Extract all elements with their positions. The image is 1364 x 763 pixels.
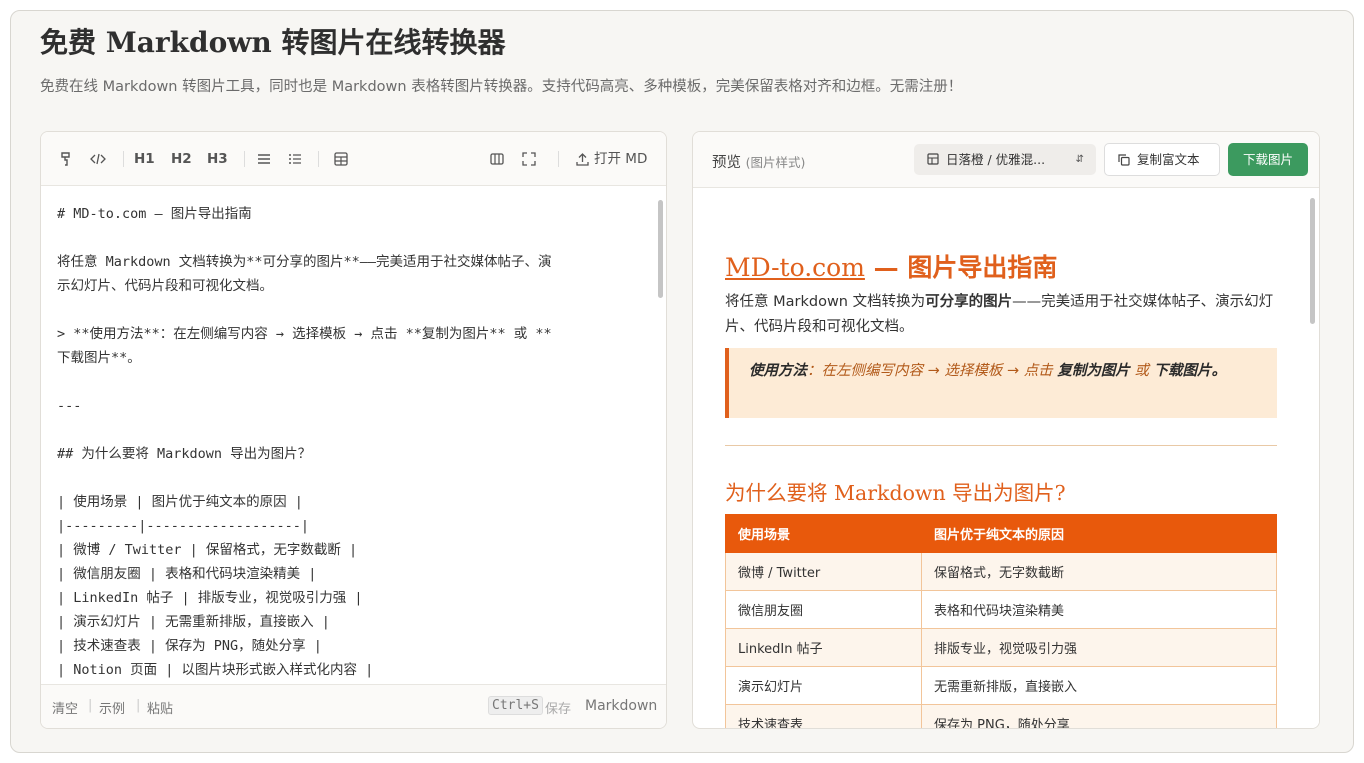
preview-divider <box>725 445 1277 446</box>
editor-line: ## 为什么要将 Markdown 导出为图片？ <box>57 446 312 462</box>
table-header: 使用场景 <box>725 514 922 553</box>
editor-line: > **使用方法**：在左侧编写内容 → 选择模板 → 点击 **复制为图片**… <box>57 326 552 342</box>
copy-icon <box>1118 145 1130 176</box>
table-row: 微信朋友圈 表格和代码块渲染精美 <box>725 590 1277 629</box>
table-row: 技术速查表 保存为 PNG，随处分享 <box>725 704 1277 728</box>
fullscreen-icon[interactable] <box>520 149 538 169</box>
app-window: 免费 Markdown 转图片在线转换器 免费在线 Markdown 转图片工具… <box>10 10 1354 753</box>
table-row: LinkedIn 帖子 排版专业，视觉吸引力强 <box>725 628 1277 667</box>
clear-button[interactable]: 清空 <box>52 698 78 717</box>
preview-content: MD-to.com — 图片导出指南 将任意 Markdown 文档转换为可分享… <box>725 188 1277 728</box>
bullet-list-icon[interactable] <box>255 149 273 169</box>
chevron-updown-icon: ⇵ <box>1075 154 1084 165</box>
split-view-icon[interactable] <box>488 149 506 169</box>
preview-label-note: (图片样式) <box>745 155 806 170</box>
table-row: 微博 / Twitter 保留格式，无字数截断 <box>725 552 1277 591</box>
template-select-value: 日落橙 / 优雅混... <box>946 152 1046 167</box>
preview-heading-1: MD-to.com — 图片导出指南 <box>725 253 1058 282</box>
preview-table: 使用场景 图片优于纯文本的原因 微博 / Twitter 保留格式，无字数截断 微信… <box>725 514 1277 728</box>
template-select[interactable]: 日落橙 / 优雅混... ⇵ <box>914 144 1096 175</box>
ordered-list-icon[interactable] <box>286 149 304 169</box>
table-header: 图片优于纯文本的原因 <box>921 514 1277 553</box>
page-title: 免费 Markdown 转图片在线转换器 <box>40 26 506 59</box>
download-image-button[interactable]: 下载图片 <box>1228 143 1308 176</box>
editor-line: 将任意 Markdown 文档转换为**可分享的图片**——完美适用于社交媒体帖… <box>57 254 552 270</box>
table-row: 演示幻灯片 无需重新排版，直接嵌入 <box>725 666 1277 705</box>
heading-2-button[interactable]: H2 <box>171 149 192 169</box>
editor-line: | 微博 / Twitter | 保留格式，无字数截断 | <box>57 542 358 558</box>
table-cell: 保留格式，无字数截断 <box>921 552 1277 591</box>
table-cell: LinkedIn 帖子 <box>725 628 922 667</box>
heading-1-button[interactable]: H1 <box>134 149 155 169</box>
editor-toolbar: H1 H2 H3 打开 MD <box>41 132 666 186</box>
save-label: 保存 <box>545 702 572 717</box>
upload-icon[interactable] <box>573 149 591 169</box>
toolbar-divider <box>123 151 124 167</box>
table-cell: 保存为 PNG，随处分享 <box>921 704 1277 728</box>
table-cell: 微博 / Twitter <box>725 552 922 591</box>
editor-mode-label: Markdown <box>585 698 658 714</box>
editor-panel: H1 H2 H3 打开 MD # MD-to.com — 图片导出指南 将任意 … <box>40 131 667 729</box>
markdown-editor-textarea[interactable]: # MD-to.com — 图片导出指南 将任意 Markdown 文档转换为*… <box>57 202 642 682</box>
editor-line: | 微信朋友圈 | 表格和代码块渲染精美 | <box>57 566 317 582</box>
preview-toolbar: 预览 (图片样式) 日落橙 / 优雅混... ⇵ 复制富文本 下载图片 <box>693 132 1319 188</box>
open-md-button[interactable]: 打开 MD <box>594 149 647 169</box>
preview-heading-link[interactable]: MD-to.com <box>725 253 865 282</box>
preview-blockquote: 使用方法：在左侧编写内容 → 选择模板 → 点击 复制为图片 或 下载图片。 <box>725 348 1277 418</box>
editor-line: | LinkedIn 帖子 | 排版专业，视觉吸引力强 | <box>57 590 363 606</box>
preview-paragraph: 将任意 Markdown 文档转换为可分享的图片——完美适用于社交媒体帖子、演示… <box>725 294 1274 335</box>
table-cell: 表格和代码块渲染精美 <box>921 590 1277 629</box>
editor-footer: 清空 | 示例 | 粘贴 Ctrl+S 保存 Markdown <box>41 684 666 728</box>
table-cell: 无需重新排版，直接嵌入 <box>921 666 1277 705</box>
page-subtitle: 免费在线 Markdown 转图片工具，同时也是 Markdown 表格转图片转… <box>40 79 963 95</box>
preview-title: 预览 (图片样式) <box>712 155 806 171</box>
copy-rich-text-button[interactable]: 复制富文本 <box>1104 143 1220 176</box>
editor-line: | 使用场景 | 图片优于纯文本的原因 | <box>57 494 303 510</box>
editor-line: # MD-to.com — 图片导出指南 <box>57 206 252 222</box>
format-painter-icon[interactable] <box>57 149 75 169</box>
save-shortcut-key: Ctrl+S <box>488 696 543 715</box>
code-icon[interactable] <box>89 149 107 169</box>
table-cell: 技术速查表 <box>725 704 922 728</box>
preview-panel: 预览 (图片样式) 日落橙 / 优雅混... ⇵ 复制富文本 下载图片 MD-t… <box>692 131 1320 729</box>
template-icon <box>927 144 939 175</box>
toolbar-divider <box>244 151 245 167</box>
editor-line: | 演示幻灯片 | 无需重新排版，直接嵌入 | <box>57 614 330 630</box>
editor-line: 示幻灯片、代码片段和可视化文档。 <box>57 278 273 294</box>
toolbar-divider <box>318 151 319 167</box>
editor-line: --- <box>57 398 82 414</box>
editor-scrollbar[interactable] <box>655 186 666 686</box>
example-button[interactable]: 示例 <box>99 698 125 717</box>
heading-3-button[interactable]: H3 <box>207 149 228 169</box>
table-cell: 微信朋友圈 <box>725 590 922 629</box>
paste-button[interactable]: 粘贴 <box>147 698 173 717</box>
editor-line: | 技术速查表 | 保存为 PNG，随处分享 | <box>57 638 322 654</box>
preview-heading-2: 为什么要将 Markdown 导出为图片? <box>725 481 1066 505</box>
editor-line: | Notion 页面 | 以图片块形式嵌入样式化内容 | <box>57 662 374 678</box>
table-cell: 演示幻灯片 <box>725 666 922 705</box>
table-cell: 排版专业，视觉吸引力强 <box>921 628 1277 667</box>
editor-line: |---------|-------------------| <box>57 518 309 534</box>
table-icon[interactable] <box>332 149 350 169</box>
preview-scrollbar[interactable] <box>1307 188 1319 728</box>
editor-line: 下载图片**。 <box>57 350 141 366</box>
toolbar-divider <box>558 151 559 167</box>
